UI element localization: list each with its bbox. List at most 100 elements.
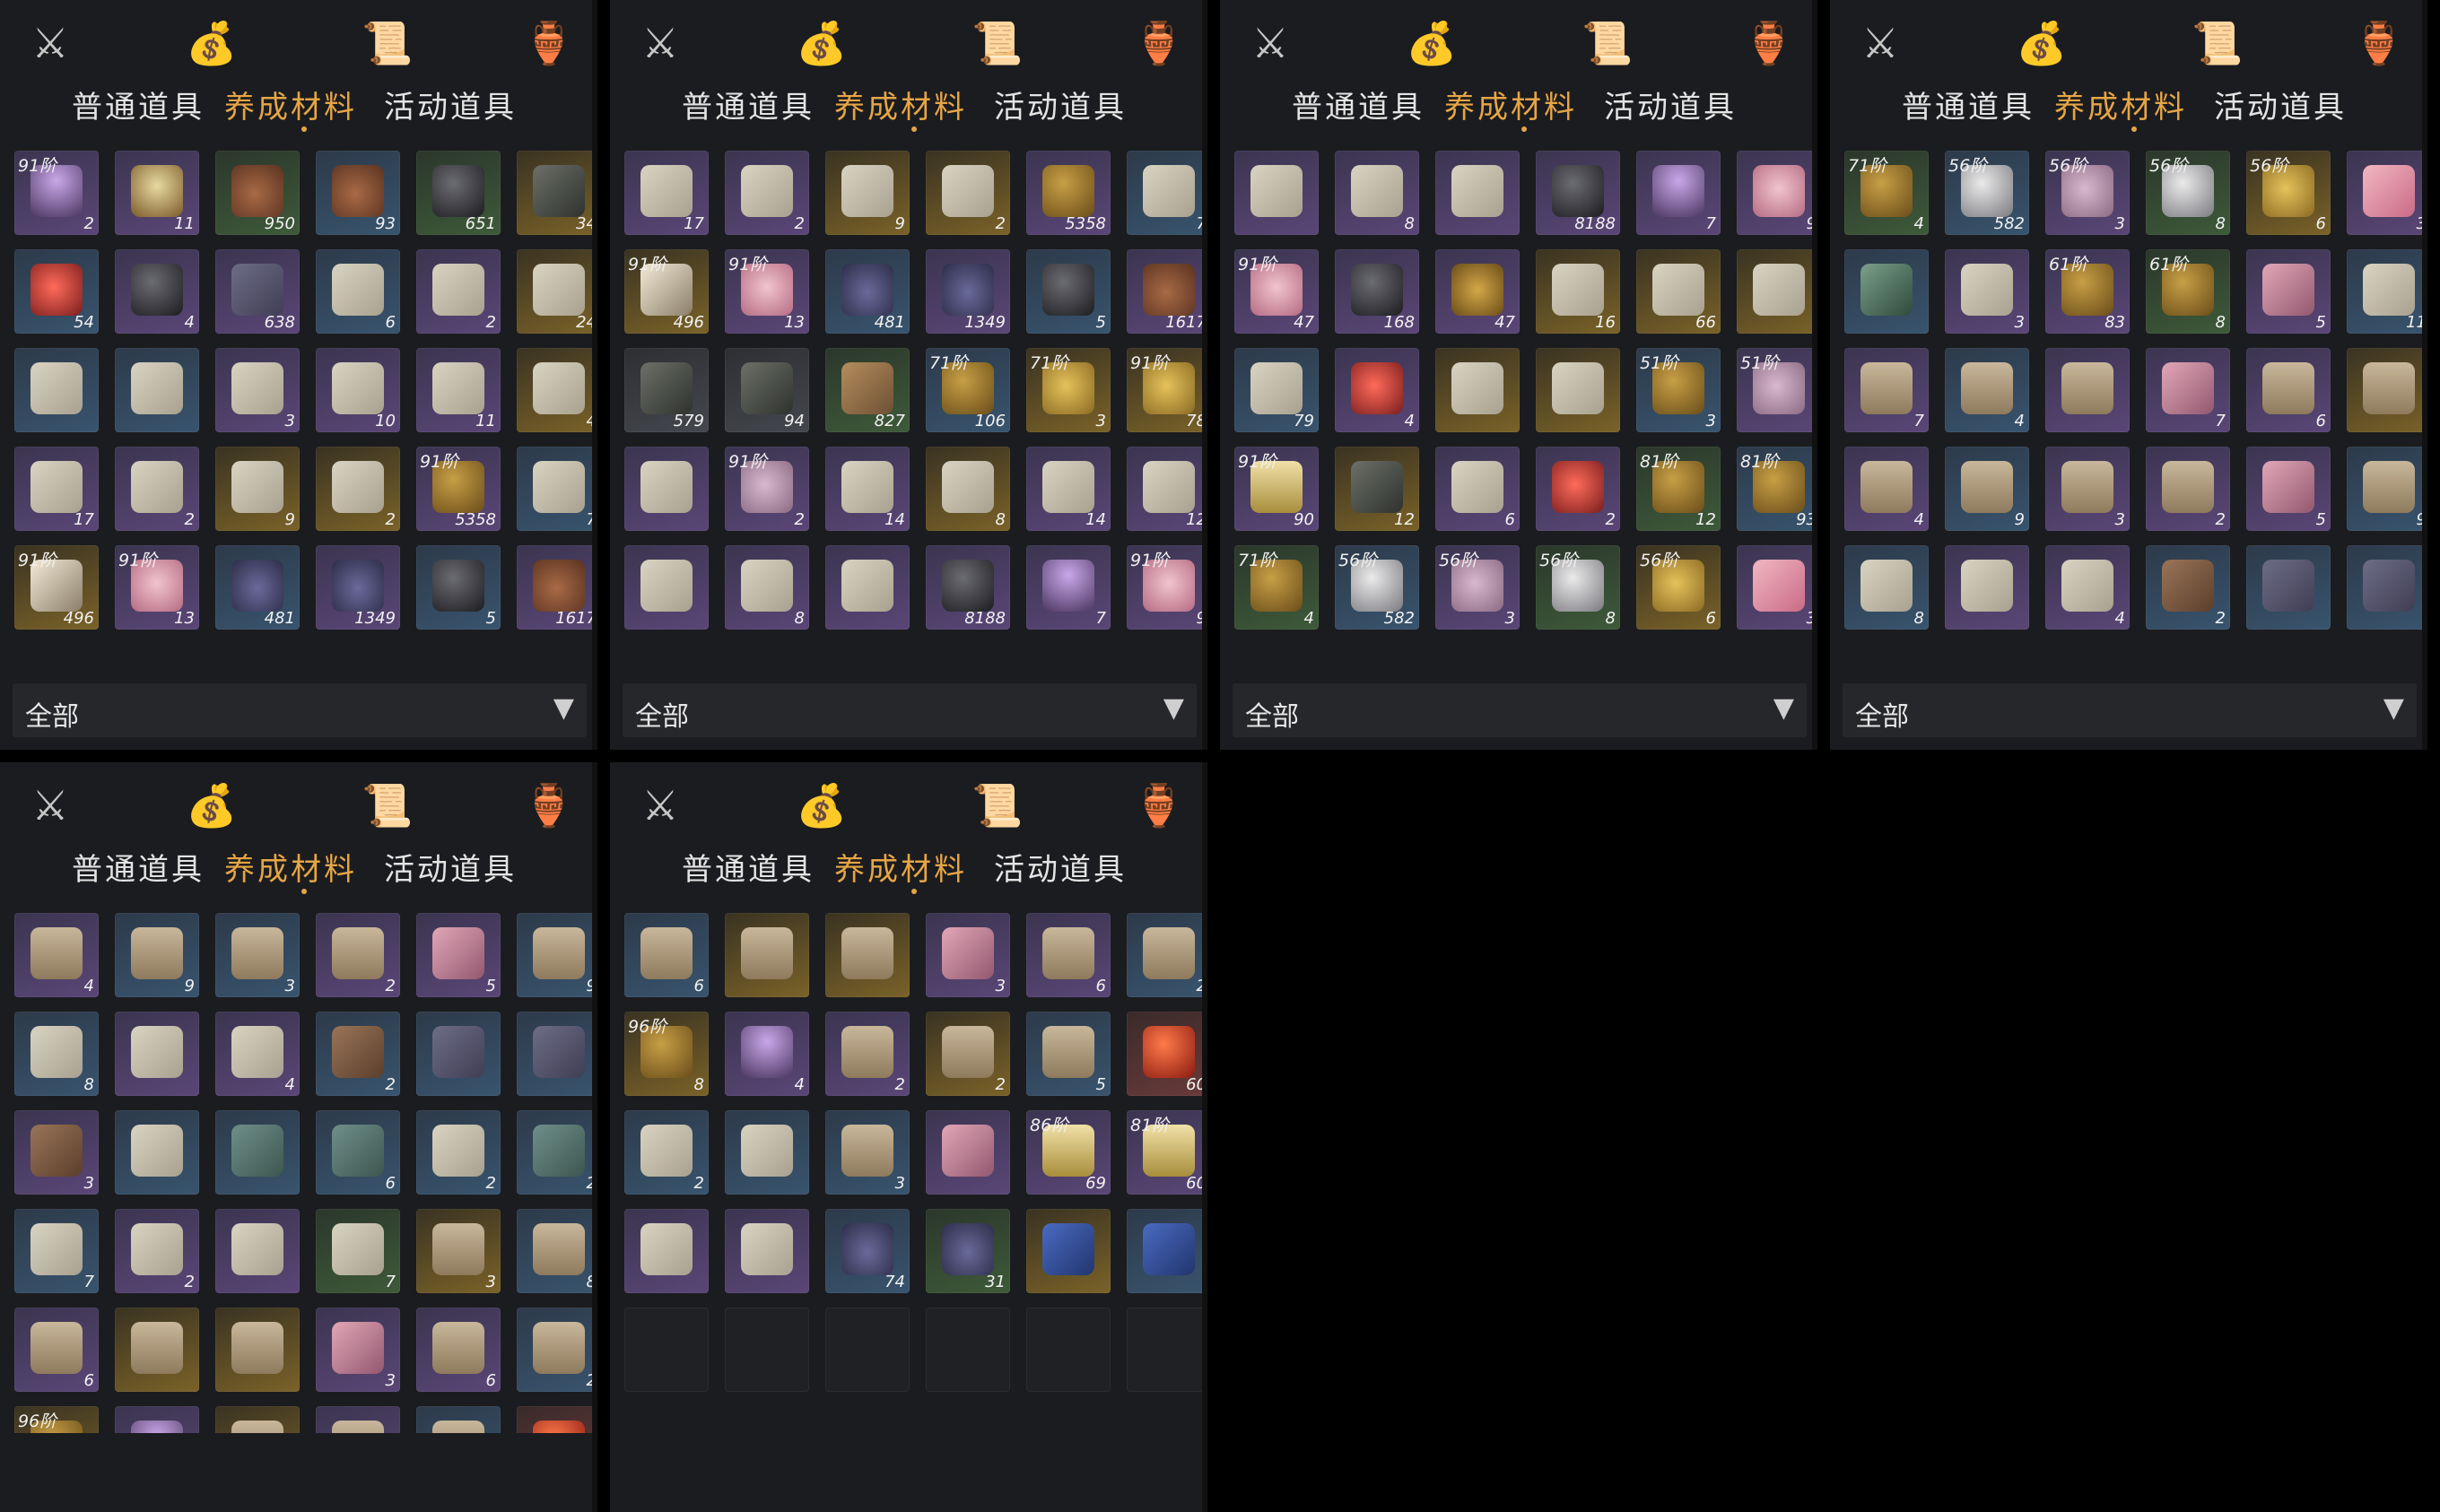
item-slot[interactable]: 3 (926, 913, 1010, 997)
item-slot[interactable]: 6 (2246, 348, 2331, 432)
crossed-swords-icon[interactable]: ⚔ (1852, 14, 1909, 72)
item-slot[interactable] (115, 1308, 199, 1392)
item-slot[interactable]: 4 (517, 348, 592, 432)
item-slot[interactable] (624, 545, 709, 630)
item-slot[interactable]: 5 (1026, 249, 1111, 334)
item-slot[interactable]: 66 (1636, 249, 1721, 334)
item-slot[interactable]: 6 (624, 913, 709, 997)
item-slot[interactable]: 9 (1945, 447, 2029, 531)
item-slot[interactable]: 8 (14, 1012, 99, 1096)
item-slot[interactable]: 91阶 2 (14, 151, 99, 235)
tab-0[interactable]: 普通道具 (682, 845, 815, 889)
item-slot[interactable] (725, 1209, 809, 1293)
item-slot[interactable]: 91阶 496 (14, 545, 99, 630)
item-slot[interactable]: 6 (14, 1308, 99, 1392)
scroll-brush-icon[interactable]: 📜 (1579, 14, 1636, 72)
item-slot[interactable]: 12 (1335, 447, 1419, 531)
item-slot[interactable] (2347, 545, 2422, 630)
item-slot[interactable]: 6 (1435, 447, 1520, 531)
item-slot[interactable]: 2 (624, 1110, 709, 1195)
item-slot[interactable]: 91阶 47 (1234, 249, 1319, 334)
tab-0[interactable]: 普通道具 (682, 83, 815, 126)
item-slot[interactable]: 2 (115, 447, 199, 531)
item-slot[interactable] (1844, 249, 1929, 334)
tab-2[interactable]: 活动道具 (994, 845, 1127, 889)
item-slot[interactable] (215, 1406, 300, 1433)
tab-1[interactable]: 养成材料 (834, 845, 967, 889)
item-slot[interactable]: 3 (2347, 151, 2422, 235)
item-slot[interactable]: 91阶 90 (1234, 447, 1319, 531)
money-bag-icon[interactable]: 💰 (2013, 14, 2070, 72)
item-slot[interactable]: 481 (215, 545, 300, 630)
item-slot[interactable]: 827 (825, 348, 910, 432)
item-slot[interactable]: 54 (14, 249, 99, 334)
item-slot[interactable]: 10 (316, 348, 400, 432)
item-slot[interactable]: 1617 (517, 545, 592, 630)
item-grid[interactable]: 4 9 3 2 5 9 8 4 2 3 6 2 2 7 2 7 3 8 6 3 6 2 96阶 (0, 906, 592, 1433)
scroll-brush-icon[interactable]: 📜 (969, 14, 1026, 72)
item-slot[interactable]: 2 (316, 447, 400, 531)
tab-2[interactable]: 活动道具 (384, 845, 517, 889)
item-grid[interactable]: 71阶456阶58256阶356阶856阶63361阶8361阶85117476… (1830, 143, 2422, 671)
item-slot[interactable]: 7 (2146, 348, 2230, 432)
item-slot[interactable]: 2 (926, 151, 1010, 235)
item-slot[interactable]: 7 (1026, 545, 1111, 630)
item-slot[interactable] (1127, 1209, 1202, 1293)
item-slot[interactable]: 71阶 3 (1026, 348, 1111, 432)
money-bag-icon[interactable]: 💰 (183, 14, 240, 72)
item-slot[interactable]: 5 (1026, 1012, 1111, 1096)
item-slot[interactable]: 96阶 (14, 1406, 99, 1433)
item-slot[interactable]: 91阶 5358 (416, 447, 501, 531)
item-slot[interactable]: 2 (115, 1209, 199, 1293)
item-slot[interactable] (725, 1110, 809, 1195)
item-slot[interactable] (624, 1209, 709, 1293)
item-grid[interactable]: 91阶211950936513454463862243101141729291阶… (0, 143, 592, 671)
item-slot[interactable]: 6 (316, 249, 400, 334)
item-slot[interactable] (316, 1406, 400, 1433)
item-slot[interactable]: 60 (1127, 1012, 1202, 1096)
item-slot[interactable]: 86阶 69 (1026, 1110, 1111, 1195)
item-slot[interactable]: 8 (517, 1209, 592, 1293)
item-slot[interactable] (624, 447, 709, 531)
item-slot[interactable]: 4 (215, 1012, 300, 1096)
item-slot[interactable]: 7 (1127, 151, 1202, 235)
item-slot[interactable]: 2 (1536, 447, 1620, 531)
item-slot[interactable]: 17 (14, 447, 99, 531)
item-slot[interactable]: 2 (2146, 545, 2230, 630)
money-bag-icon[interactable]: 💰 (793, 14, 850, 72)
item-slot[interactable]: 11 (115, 151, 199, 235)
item-slot[interactable]: 2 (825, 1012, 910, 1096)
item-slot[interactable]: 7 (14, 1209, 99, 1293)
item-grid[interactable]: 6 3 6 2 96阶 8 4 2 2 5 60 2 3 86阶 69 81阶 60 74 31 (610, 906, 1202, 1433)
item-slot[interactable] (1945, 545, 2029, 630)
item-slot[interactable] (215, 1110, 300, 1195)
item-slot[interactable]: 4 (115, 249, 199, 334)
item-slot[interactable]: 3 (215, 913, 300, 997)
item-slot[interactable]: 6 (316, 1110, 400, 1195)
gourd-icon[interactable]: 🏺 (520, 14, 578, 72)
item-slot[interactable] (825, 545, 910, 630)
item-slot[interactable]: 12 (1127, 447, 1202, 531)
item-slot[interactable]: 56阶 6 (2246, 151, 2331, 235)
tab-1[interactable]: 养成材料 (224, 83, 357, 126)
item-slot[interactable]: 8 (725, 545, 809, 630)
item-slot[interactable]: 91阶 13 (725, 249, 809, 334)
tab-1[interactable]: 养成材料 (224, 845, 357, 889)
item-slot[interactable] (1737, 249, 1812, 334)
item-slot[interactable]: 81阶 60 (1127, 1110, 1202, 1195)
item-slot[interactable] (926, 1110, 1010, 1195)
item-slot[interactable] (2347, 348, 2422, 432)
item-grid[interactable]: 881887991阶4716847166679451阶351阶91阶901262… (1220, 143, 1812, 671)
item-slot[interactable]: 2 (517, 1308, 592, 1392)
item-slot[interactable]: 56阶 582 (1945, 151, 2029, 235)
item-slot[interactable]: 8 (926, 447, 1010, 531)
item-slot[interactable]: 4 (725, 1012, 809, 1096)
item-slot[interactable]: 14 (1026, 447, 1111, 531)
item-slot[interactable]: 5 (416, 545, 501, 630)
item-slot[interactable]: 4 (14, 913, 99, 997)
money-bag-icon[interactable]: 💰 (1403, 14, 1460, 72)
item-slot[interactable]: 168 (1335, 249, 1419, 334)
crossed-swords-icon[interactable]: ⚔ (632, 14, 689, 72)
item-slot[interactable]: 3 (1945, 249, 2029, 334)
gourd-icon[interactable]: 🏺 (1130, 14, 1188, 72)
